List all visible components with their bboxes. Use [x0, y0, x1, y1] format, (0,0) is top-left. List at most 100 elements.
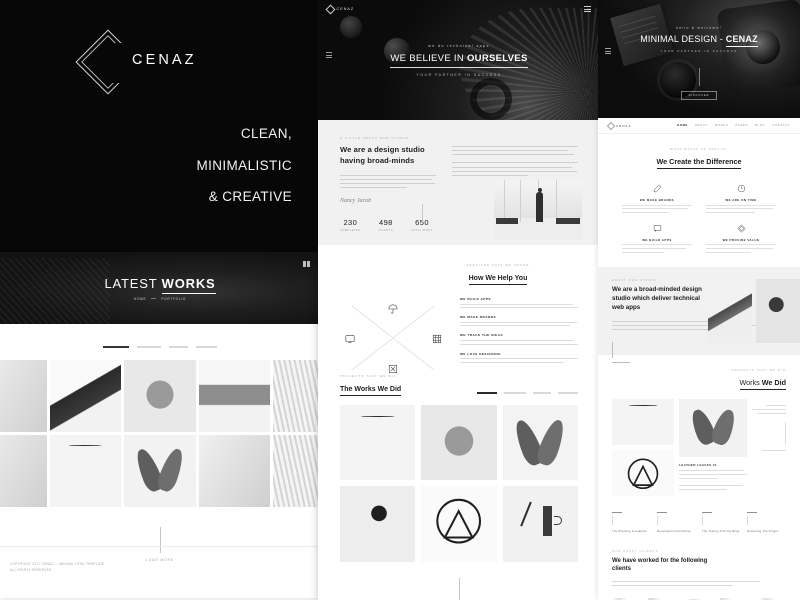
help-item-title: WE BUILD APPS [460, 297, 491, 301]
works-title: The Works We Did [340, 386, 402, 396]
right-navbar[interactable]: CENAZ HOME ABOUT WORKS PAGES BLOG CONTAC… [598, 118, 800, 134]
hero-subtitle: YOUR PARTNER IN SUCCESS [660, 49, 738, 53]
left-hero-section: CENAZ CLEAN, MINIMALISTIC & CREATIVE [0, 0, 320, 252]
clients-title: We have worked for the following clients [612, 557, 708, 573]
work-item[interactable] [679, 398, 747, 457]
works-grid[interactable] [340, 405, 578, 562]
breadcrumb[interactable]: HOME PORTFOLIO [134, 297, 186, 301]
brand-name: CENAZ [132, 52, 197, 68]
works-title-bold: We Did [761, 377, 786, 387]
panel-right-homepage[interactable]: hello & welcome! MINIMAL DESIGN - CENAZ … [598, 0, 800, 600]
step-number-bar [612, 511, 622, 513]
hero-scroll-cta[interactable]: DISCOVER [598, 68, 800, 100]
panel-center-homepage[interactable]: CENAZ we do technical apps WE BELIEVE IN… [318, 0, 600, 600]
breadcrumb-portfolio[interactable]: PORTFOLIO [161, 297, 186, 301]
filter-tab-branding[interactable] [137, 346, 161, 349]
clients-kicker: OUR HAPPY CLIENTS [612, 549, 659, 553]
portfolio-item[interactable] [273, 435, 320, 507]
work-item[interactable] [421, 486, 497, 562]
work-item[interactable] [612, 398, 674, 445]
filter-tab-all[interactable] [103, 346, 129, 349]
work-item[interactable] [421, 405, 497, 481]
hero-ring-graphic [470, 78, 512, 120]
nav-menu[interactable]: HOME ABOUT WORKS PAGES BLOG CONTACT [677, 124, 790, 127]
settings-icon [387, 363, 398, 374]
about-cta[interactable] [612, 341, 800, 363]
filter-tab-interior[interactable] [196, 346, 217, 349]
filter-tab-interior[interactable] [558, 392, 578, 394]
process-step: Delivering The Project [747, 511, 786, 534]
right-works-section: PROJECTS THAT WE DID Works We Did LEATHE… [598, 355, 800, 496]
portfolio-item[interactable] [49, 435, 122, 507]
center-topbar[interactable]: CENAZ [318, 0, 600, 18]
portfolio-grid[interactable] [0, 360, 320, 507]
portfolio-item[interactable] [49, 360, 122, 432]
step-title: Delivering The Project [747, 528, 779, 533]
tagline-line-3: & CREATIVE [208, 189, 292, 205]
hero-title-light: MINIMAL DESIGN - [640, 34, 724, 44]
feature-item: WE PROVIDE VALUE [706, 223, 776, 253]
step-title: Development Finalizing [657, 528, 691, 533]
diamond-outline-logo-icon [325, 4, 336, 14]
nav-item-contact[interactable]: CONTACT [772, 124, 790, 127]
filter-tab-all[interactable] [477, 392, 497, 394]
step-number-bar [747, 511, 757, 513]
diamond-outline-logo-icon [606, 121, 616, 130]
works-grid[interactable]: LEATHER LEAVES 01 [612, 398, 786, 496]
portfolio-item[interactable] [0, 435, 47, 507]
portfolio-item[interactable] [273, 360, 320, 432]
brand-logo[interactable]: CENAZ [325, 4, 354, 14]
brand-name: CENAZ [616, 123, 632, 128]
hamburger-menu-icon[interactable] [584, 6, 591, 12]
process-step: The Testing & Fixing Bugs [702, 511, 741, 534]
discover-button[interactable]: DISCOVER [680, 91, 718, 100]
clients-paragraph [612, 580, 786, 586]
work-item[interactable] [502, 405, 578, 481]
process-step: Development Finalizing [657, 511, 696, 534]
portfolio-item[interactable] [124, 360, 196, 432]
works-filter-tabs[interactable] [477, 392, 578, 396]
breadcrumb-home[interactable]: HOME [134, 297, 146, 301]
filter-tab-product[interactable] [533, 392, 551, 394]
portfolio-item[interactable] [124, 435, 196, 507]
help-title: How We Help You [468, 275, 528, 285]
nav-item-pages[interactable]: PAGES [735, 124, 748, 127]
load-more-line [458, 577, 460, 600]
feature-grid: WE MAKE BRANDS WE ARE ON TIME WE BUILD A… [598, 169, 800, 253]
filter-tab-product[interactable] [169, 346, 188, 349]
feature-item: WE ARE ON TIME [706, 183, 776, 213]
work-item[interactable] [612, 449, 674, 496]
portfolio-item[interactable] [0, 360, 47, 432]
portfolio-item[interactable] [198, 360, 271, 432]
help-diagram [340, 297, 446, 379]
right-hero-section: hello & welcome! MINIMAL DESIGN - CENAZ … [598, 0, 800, 118]
brand-logo[interactable]: CENAZ [75, 29, 197, 95]
cta-line [612, 341, 613, 358]
help-item-title: WE TRACK THE IDEAS [460, 333, 504, 338]
nav-item-home[interactable]: HOME [677, 124, 688, 127]
footer-credit: ALL RIGHTS RESERVED [10, 568, 52, 573]
process-step: The Planning & Analysis [612, 511, 651, 534]
about-images [708, 278, 800, 343]
work-item[interactable] [340, 405, 416, 481]
filter-tab-branding[interactable] [504, 392, 526, 394]
nav-item-about[interactable]: ABOUT [695, 124, 708, 127]
portfolio-item[interactable] [198, 435, 271, 507]
panel-left-homepage[interactable]: CENAZ CLEAN, MINIMALISTIC & CREATIVE LAT… [0, 0, 320, 598]
grid-view-icon[interactable] [303, 261, 310, 267]
portfolio-filter-tabs[interactable] [0, 324, 320, 360]
work-item[interactable] [340, 486, 416, 562]
work-item[interactable] [502, 486, 578, 562]
left-footer: COPYRIGHT 2017 CENAZ — MINIMAL HTML TEMP… [0, 546, 320, 598]
works-load-more[interactable] [318, 562, 600, 600]
hero-title-mid: IN [453, 53, 465, 64]
work-detail-title: LEATHER LEAVES 01 [679, 462, 718, 467]
center-hero-section: CENAZ we do technical apps WE BELIEVE IN… [318, 0, 600, 120]
nav-item-blog[interactable]: BLOG [755, 124, 765, 127]
about-title: We are a design studio having broad-mind… [340, 145, 425, 165]
feature-item: WE BUILD APPS [622, 223, 692, 253]
nav-item-works[interactable]: WORKS [715, 124, 729, 127]
work-detail: LEATHER LEAVES 01 [679, 463, 747, 490]
brand-logo[interactable]: CENAZ [606, 121, 632, 130]
step-title: The Testing & Fixing Bugs [702, 528, 740, 533]
